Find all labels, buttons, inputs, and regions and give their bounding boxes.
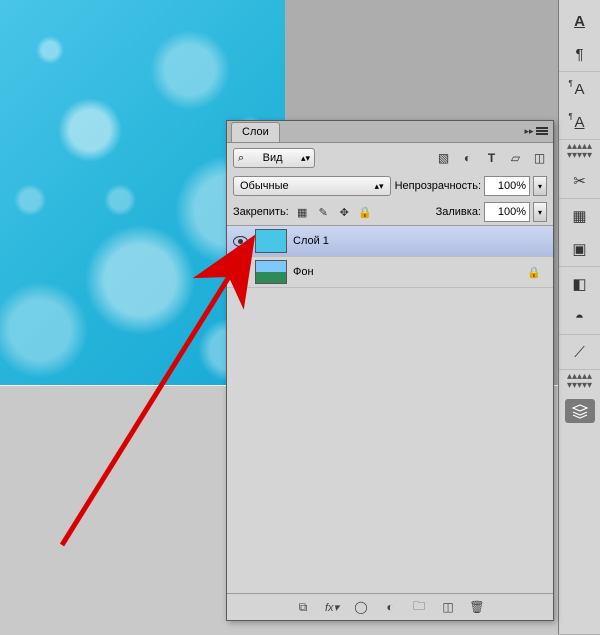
group-icon[interactable]: 🗀 [411,599,427,615]
search-icon: ⌕ [238,152,244,165]
fx-icon[interactable]: fx▾ [324,599,340,615]
kind-filter-select[interactable]: ⌕ Вид ▴▾ [233,148,315,168]
adjust-filter-icon[interactable]: ◐ [460,151,475,166]
hamburger-icon [536,126,548,136]
layer-name-label[interactable]: Слой 1 [293,235,329,247]
collapse-icon: ▸▸ [524,126,533,137]
layer-thumbnail[interactable] [255,260,287,284]
cube-3d-button[interactable]: ◧ [565,272,595,296]
transparency-lock-icon[interactable]: ▦ [295,205,310,220]
char-styles-button[interactable]: A¶ [565,77,595,101]
trash-icon[interactable]: 🗑 [469,599,485,615]
layer-name-label[interactable]: Фон [293,266,314,278]
lock-row: Закрепить: ▦ ✎ ✥ 🔒 Заливка: 100% ▾ [227,199,553,225]
fill-input[interactable]: 100% [484,202,530,222]
link-icon[interactable]: ⧉ [295,599,311,615]
layers-panel: Слои ▸▸ ⌕ Вид ▴▾ ▧ ◐ T ▱ ◫ Обычные ▴▾ Не… [226,120,554,621]
image-filter-icon[interactable]: ▧ [436,151,451,166]
right-dock: A ¶ A¶ A¶ ▴▴▴▴▴▾▾▾▾▾ ✂ ▦ ▣ ◧ ◓ ⟋ ▴▴▴▴▴▾▾… [558,0,600,634]
layers-icon [571,403,589,419]
chevron-updown-icon: ▴▾ [301,153,310,164]
blend-mode-select[interactable]: Обычные ▴▾ [233,176,391,196]
filter-icon-set: ▧ ◐ T ▱ ◫ [436,151,547,166]
move-lock-icon[interactable]: ✥ [337,205,352,220]
blend-row: Обычные ▴▾ Непрозрачность: 100% ▾ [227,173,553,199]
opacity-label: Непрозрачность: [395,180,481,192]
panel-footer: ⧉ fx▾ ◯ ◐ 🗀 ◫ 🗑 [227,594,553,620]
lock-label: Закрепить: [233,206,289,218]
frame-button[interactable]: ▣ [565,237,595,261]
type-filter-icon[interactable]: T [484,151,499,166]
paragraph-panel-button[interactable]: ¶ [565,42,595,66]
blend-mode-value: Обычные [240,180,289,192]
collapse-divider[interactable]: ▴▴▴▴▴▾▾▾▾▾ [559,370,600,394]
opacity-chevron-button[interactable]: ▾ [533,176,547,196]
panel-menu-button[interactable]: ▸▸ [521,123,551,139]
adjustment-icon[interactable]: ◐ [382,599,398,615]
all-lock-icon[interactable]: 🔒 [358,205,373,220]
layer-row[interactable]: Фон 🔒 [227,257,553,288]
new-layer-icon[interactable]: ◫ [440,599,456,615]
layer-list: Слой 1 Фон 🔒 [227,225,553,594]
layers-tab[interactable]: Слои [231,122,280,142]
opacity-input[interactable]: 100% [484,176,530,196]
filter-row: ⌕ Вид ▴▾ ▧ ◐ T ▱ ◫ [227,143,553,173]
fill-label: Заливка: [436,206,481,218]
character-panel-button[interactable]: A [565,9,595,33]
swatches-button[interactable]: ▦ [565,204,595,228]
fill-chevron-button[interactable]: ▾ [533,202,547,222]
smart-filter-icon[interactable]: ◫ [532,151,547,166]
layer-thumbnail[interactable] [255,229,287,253]
path-button[interactable]: ⟋ [565,340,595,364]
tools-preset-button[interactable]: ✂ [565,169,595,193]
shape-filter-icon[interactable]: ▱ [508,151,523,166]
lock-icon: 🔒 [527,266,541,279]
mask-icon[interactable]: ◯ [353,599,369,615]
kind-filter-label: Вид [263,152,283,164]
panel-tabbar: Слои ▸▸ [227,121,553,143]
visibility-toggle[interactable] [231,236,249,247]
eye-icon [233,236,248,247]
brush-lock-icon[interactable]: ✎ [316,205,331,220]
eye-icon [233,267,248,278]
chevron-updown-icon: ▴▾ [375,181,384,192]
layer-row[interactable]: Слой 1 [227,226,553,257]
visibility-toggle[interactable] [231,267,249,278]
layers-dock-button[interactable] [565,399,595,423]
sphere-3d-button[interactable]: ◓ [565,305,595,329]
collapse-divider[interactable]: ▴▴▴▴▴▾▾▾▾▾ [559,140,600,164]
para-styles-button[interactable]: A¶ [565,110,595,134]
